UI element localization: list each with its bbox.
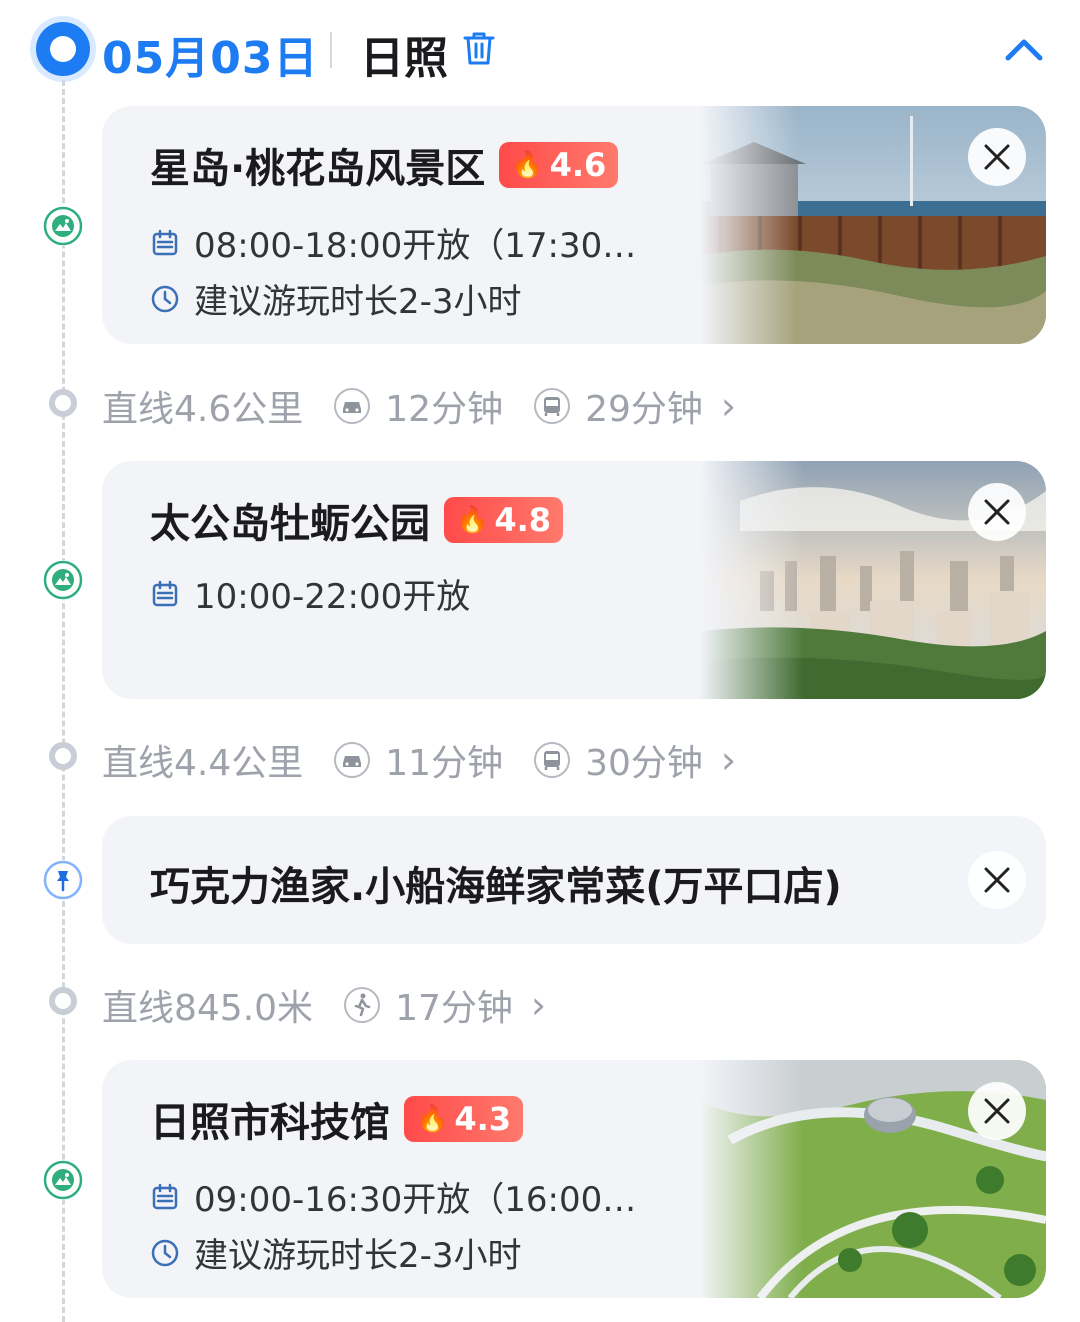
poi-title: 日照市科技馆 <box>150 1100 390 1146</box>
car-icon <box>334 742 371 778</box>
fire-icon: 🔥 <box>511 150 544 180</box>
scenic-spot-icon <box>43 1160 83 1200</box>
car-icon <box>334 388 371 424</box>
bus-time: 29分钟 <box>585 389 703 430</box>
day-date: 05月03日 <box>102 33 319 84</box>
rating-value: 4.6 <box>549 146 607 184</box>
rating-badge: 🔥 4.6 <box>499 142 619 188</box>
fire-icon: 🔥 <box>416 1104 449 1134</box>
opening-hours: 10:00-22:00开放 <box>194 577 471 617</box>
poi-title: 星岛·桃花岛风景区 <box>150 146 486 192</box>
fire-icon: 🔥 <box>456 505 489 535</box>
opening-hours-row: 08:00-18:00开放（17:30停… <box>150 218 654 267</box>
poi-title: 太公岛牡蛎公园 <box>150 501 430 547</box>
scenic-spot-icon <box>43 560 83 600</box>
suggested-duration: 建议游玩时长2-3小时 <box>194 282 522 322</box>
route-distance: 直线845.0米 <box>102 988 314 1029</box>
chevron-up-icon[interactable] <box>1002 30 1046 70</box>
rating-badge: 🔥 4.3 <box>404 1096 524 1142</box>
route-distance: 直线4.6公里 <box>102 389 304 430</box>
bus-time: 30分钟 <box>585 743 703 784</box>
poi-card[interactable]: 日照市科技馆 🔥 4.3 09:00-16:30开放（16:00停… 建议游玩时长… <box>102 1060 1046 1298</box>
drive-time: 11分钟 <box>385 743 504 784</box>
opening-hours: 08:00-18:00开放（17:30停… <box>194 226 654 266</box>
timeline-line <box>62 80 65 1322</box>
clock-icon <box>151 285 179 312</box>
scenic-spot-icon <box>43 206 83 246</box>
bus-icon <box>534 388 571 424</box>
route-segment[interactable]: 直线845.0米 17分钟 › <box>102 979 546 1031</box>
route-segment[interactable]: 直线4.6公里 12分钟 29分钟 › <box>102 380 736 432</box>
day-marker-dot <box>36 22 90 76</box>
chevron-right-icon: › <box>720 384 737 428</box>
opening-hours-row: 09:00-16:30开放（16:00停… <box>150 1172 654 1221</box>
route-node <box>49 987 77 1015</box>
restaurant-card[interactable]: 巧克力渔家.小船海鲜家常菜(万平口店) <box>102 816 1046 944</box>
remove-stop-button[interactable] <box>968 483 1026 541</box>
rating-badge: 🔥 4.8 <box>444 497 564 543</box>
drive-time: 12分钟 <box>385 389 504 430</box>
bus-icon <box>534 742 571 778</box>
walk-time: 17分钟 <box>395 988 513 1029</box>
rating-value: 4.3 <box>454 1100 512 1138</box>
remove-stop-button[interactable] <box>968 851 1026 909</box>
remove-stop-button[interactable] <box>968 128 1026 186</box>
header-divider <box>330 32 332 68</box>
trash-icon[interactable] <box>462 30 496 66</box>
chevron-right-icon: › <box>720 738 737 782</box>
route-segment[interactable]: 直线4.4公里 11分钟 30分钟 › <box>102 734 736 786</box>
suggested-duration: 建议游玩时长2-3小时 <box>194 1236 522 1276</box>
route-node <box>49 742 77 770</box>
calendar-icon <box>152 1183 178 1209</box>
poi-title-row: 星岛·桃花岛风景区 🔥 4.6 <box>150 136 619 194</box>
remove-stop-button[interactable] <box>968 1082 1026 1140</box>
walk-icon <box>344 987 381 1023</box>
day-header: 05月03日 日照 <box>0 0 1080 100</box>
day-city: 日照 <box>360 33 448 84</box>
chevron-right-icon: › <box>530 983 547 1027</box>
duration-row: 建议游玩时长2-3小时 <box>150 1228 522 1277</box>
restaurant-title: 巧克力渔家.小船海鲜家常菜(万平口店) <box>150 864 842 910</box>
opening-hours: 09:00-16:30开放（16:00停… <box>194 1180 654 1220</box>
pin-icon <box>43 860 83 900</box>
rating-value: 4.8 <box>494 501 552 539</box>
clock-icon <box>151 1239 179 1266</box>
calendar-icon <box>152 229 178 255</box>
poi-title-row: 太公岛牡蛎公园 🔥 4.8 <box>150 491 564 549</box>
calendar-icon <box>152 580 178 606</box>
poi-card[interactable]: 太公岛牡蛎公园 🔥 4.8 10:00-22:00开放 <box>102 461 1046 699</box>
duration-row: 建议游玩时长2-3小时 <box>150 274 522 323</box>
poi-title-row: 日照市科技馆 🔥 4.3 <box>150 1090 524 1148</box>
route-distance: 直线4.4公里 <box>102 743 304 784</box>
route-node <box>49 389 77 417</box>
poi-card[interactable]: 星岛·桃花岛风景区 🔥 4.6 08:00-18:00开放（17:30停… 建议游… <box>102 106 1046 344</box>
opening-hours-row: 10:00-22:00开放 <box>150 569 470 618</box>
